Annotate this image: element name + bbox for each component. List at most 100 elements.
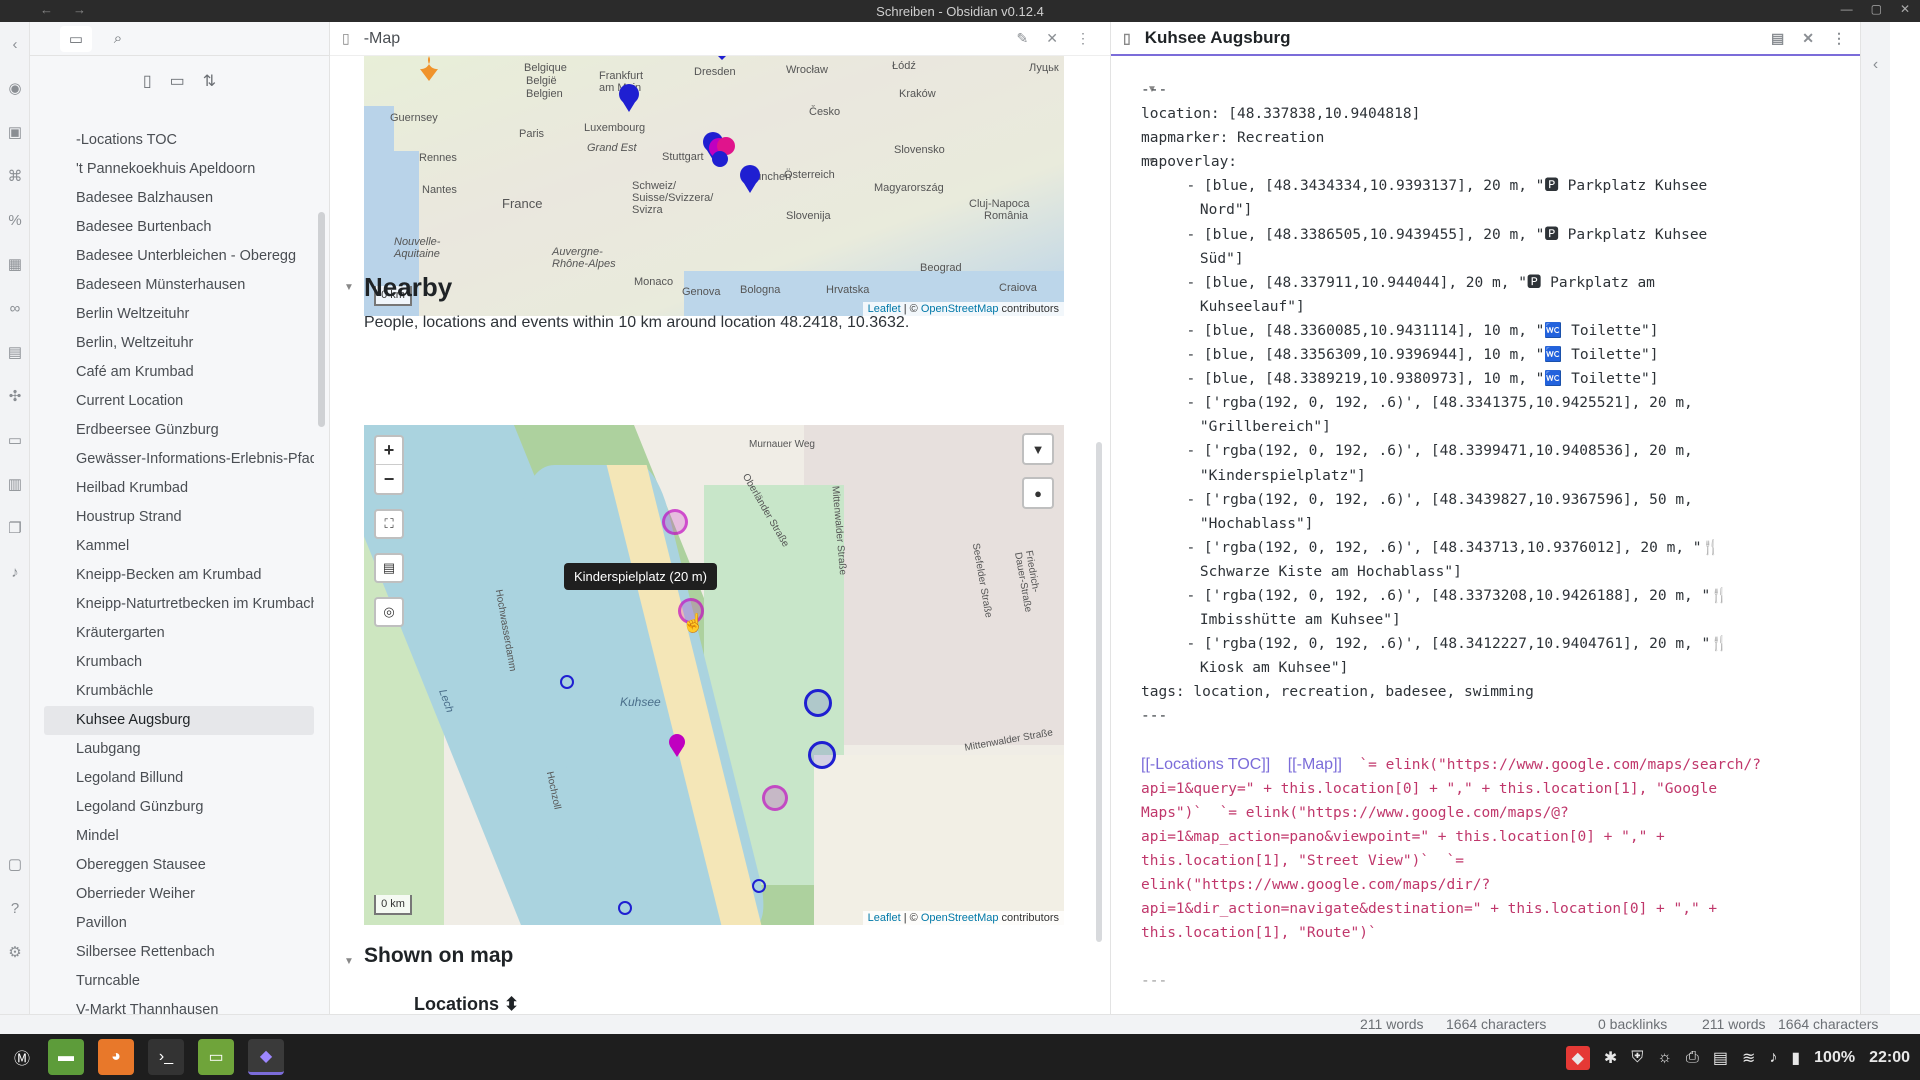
graph-icon[interactable]: ◉ — [0, 66, 30, 110]
maximize-icon[interactable]: ▢ — [1871, 2, 1882, 16]
file-item[interactable]: Gewässer-Informations-Erlebnis-Pfad — [44, 445, 314, 474]
editor-line[interactable]: - ['rgba(192, 0, 192, .6)', [48.343713,1… — [1141, 536, 1871, 560]
file-item[interactable]: Heilbad Krumbad — [44, 474, 314, 503]
file-item[interactable]: Legoland Günzburg — [44, 793, 314, 822]
editor-line[interactable]: - ['rgba(192, 0, 192, .6)', [48.3373208,… — [1141, 584, 1871, 608]
shield-icon[interactable]: ⛨ — [1631, 1049, 1643, 1067]
map-pin-blue[interactable] — [712, 151, 728, 167]
clipboard-icon[interactable]: ▤ — [1713, 1048, 1728, 1068]
editor-line[interactable]: - [blue, [48.3360085,10.9431114], 10 m, … — [1141, 319, 1871, 343]
folder-stack-icon[interactable]: ▭ — [0, 418, 30, 462]
microphone-icon[interactable]: ♪ — [0, 550, 30, 594]
filter-icon[interactable]: ▼ — [1022, 433, 1054, 465]
zoom-in-button[interactable]: + — [376, 437, 402, 465]
editor-line[interactable]: - ['rgba(192, 0, 192, .6)', [48.3439827,… — [1141, 488, 1871, 512]
pane-scrollbar[interactable] — [1096, 442, 1102, 942]
editor-line[interactable]: - [blue, [48.3356309,10.9396944], 10 m, … — [1141, 343, 1871, 367]
volume-icon[interactable]: ♪ — [1769, 1049, 1777, 1067]
overlay-circle-purple[interactable] — [762, 785, 788, 811]
backlinks-count[interactable]: 0 backlinks — [1598, 1016, 1667, 1032]
overlay-circle-blue[interactable] — [618, 901, 632, 915]
daily-note-icon[interactable]: ▥ — [0, 462, 30, 506]
file-item[interactable]: Oberrieder Weiher — [44, 880, 314, 909]
marker-pin-icon[interactable]: ● — [1022, 477, 1054, 509]
file-item[interactable]: 't Pannekoekhuis Apeldoorn — [44, 155, 314, 184]
file-manager-icon[interactable]: ▭ — [198, 1039, 234, 1075]
new-folder-icon[interactable]: ▭ — [170, 71, 185, 91]
map-pin-blue[interactable] — [619, 84, 639, 112]
file-item[interactable]: Silbersee Rettenbach — [44, 938, 314, 967]
anydesk-icon[interactable]: ◆ — [1565, 1046, 1590, 1070]
file-item[interactable]: Badesee Unterbleichen - Oberegg — [44, 242, 314, 271]
inline-code[interactable]: elink("https://www.google.com/maps/dir/? — [1141, 873, 1871, 897]
zoom-out-button[interactable]: − — [376, 465, 402, 493]
explorer-scrollbar[interactable] — [318, 212, 325, 427]
editor-line[interactable]: tags: location, recreation, badesee, swi… — [1141, 680, 1871, 704]
search-icon[interactable]: ⌕ — [102, 26, 134, 52]
wikilink[interactable]: [[-Locations TOC]] — [1141, 756, 1270, 773]
file-item[interactable]: Obereggen Stausee — [44, 851, 314, 880]
terminal-icon[interactable]: ›_ — [148, 1039, 184, 1075]
editor-line[interactable]: Kiosk am Kuhsee"] — [1141, 656, 1871, 680]
editor-line[interactable]: Kuhseelauf"] — [1141, 295, 1871, 319]
locations-table-header[interactable]: Locations ⬍ — [414, 994, 519, 1015]
new-note-icon[interactable]: ▯ — [143, 71, 152, 91]
vault-icon[interactable]: ▢ — [0, 842, 30, 886]
editor-line[interactable]: - ['rgba(192, 0, 192, .6)', [48.3412227,… — [1141, 632, 1871, 656]
reading-view-icon[interactable]: ▤ — [1771, 30, 1784, 47]
file-item[interactable]: Erdbeersee Günzburg — [44, 416, 314, 445]
file-item[interactable]: Current Location — [44, 387, 314, 416]
overview-map[interactable]: Belgique België Belgien Frankfurt am Mai… — [364, 56, 1064, 316]
editor-line[interactable]: - [blue, [48.3386505,10.9439455], 20 m, … — [1141, 223, 1871, 247]
editor-line[interactable]: mapoverlay: — [1141, 150, 1871, 174]
leaflet-link[interactable]: Leaflet — [868, 912, 901, 924]
inline-code[interactable]: api=1&map_action=pano&viewpoint=" + this… — [1141, 825, 1871, 849]
file-item[interactable]: Café am Krumbad — [44, 358, 314, 387]
collapse-triangle-icon[interactable]: ▼ — [344, 282, 354, 293]
file-item[interactable]: Turncable — [44, 967, 314, 996]
network-icon[interactable]: ✣ — [0, 374, 30, 418]
file-item[interactable]: Badesee Burtenbach — [44, 213, 314, 242]
bluetooth-icon[interactable]: ✱ — [1604, 1048, 1617, 1068]
editor-line[interactable]: Imbisshütte am Kuhsee"] — [1141, 608, 1871, 632]
edit-pencil-icon[interactable]: ✎ — [1017, 30, 1029, 47]
locate-icon[interactable]: ◎ — [374, 597, 404, 627]
inline-code[interactable]: api=1&query=" + this.location[0] + "," +… — [1141, 777, 1871, 801]
file-item[interactable]: Berlin, Weltzeituhr — [44, 329, 314, 358]
overlay-circle-blue[interactable] — [752, 879, 766, 893]
editor-line[interactable]: - [blue, [48.3389219,10.9380973], 10 m, … — [1141, 367, 1871, 391]
printer-icon[interactable]: ⎙ — [1686, 1049, 1699, 1067]
minimize-icon[interactable]: — — [1841, 2, 1853, 16]
editor-line[interactable]: location: [48.337838,10.9404818] — [1141, 102, 1871, 126]
file-item[interactable]: Krumbächle — [44, 677, 314, 706]
copy-icon[interactable]: ❐ — [0, 506, 30, 550]
file-item[interactable]: Kammel — [44, 532, 314, 561]
folder-tab-icon[interactable]: ▭ — [60, 25, 92, 52]
wifi-icon[interactable]: ≋ — [1742, 1048, 1755, 1068]
battery-icon[interactable]: ▮ — [1791, 1048, 1800, 1068]
more-options-icon[interactable]: ⋮ — [1832, 30, 1846, 47]
map-pin-purple[interactable] — [667, 733, 687, 759]
editor-line[interactable]: Süd"] — [1141, 247, 1871, 271]
close-pane-icon[interactable]: ✕ — [1802, 30, 1814, 47]
map-pin-blue[interactable] — [714, 56, 730, 60]
back-arrow-icon[interactable]: ← — [40, 2, 53, 17]
inline-code[interactable]: this.location[1], "Route")` — [1141, 921, 1871, 945]
overlay-circle-blue[interactable] — [560, 675, 574, 689]
forward-arrow-icon[interactable]: → — [73, 2, 86, 17]
file-item[interactable]: Houstrup Strand — [44, 503, 314, 532]
nearby-map[interactable]: Kuhsee Lech Hochwasserdamm Hochzoll Murn… — [364, 425, 1064, 925]
settings-gear-icon[interactable]: ⚙ — [0, 930, 30, 974]
bulb-icon[interactable]: ☼ — [1657, 1049, 1672, 1067]
file-item[interactable]: Badesee Balzhausen — [44, 184, 314, 213]
wikilink[interactable]: [[-Map]] — [1288, 756, 1342, 773]
clock[interactable]: 22:00 — [1869, 1049, 1910, 1067]
link-icon[interactable]: ∞ — [0, 286, 30, 330]
sort-icon[interactable]: ⇅ — [203, 71, 216, 91]
editor-line[interactable]: - ['rgba(192, 0, 192, .6)', [48.3341375,… — [1141, 391, 1871, 415]
file-item[interactable]: -Locations TOC — [44, 126, 314, 155]
file-item[interactable]: Kneipp-Naturtretbecken im Krumbach — [44, 590, 314, 619]
close-icon[interactable]: ✕ — [1900, 2, 1910, 16]
editor-line[interactable]: Schwarze Kiste am Hochablass"] — [1141, 560, 1871, 584]
frontmatter-end[interactable]: --- — [1141, 969, 1871, 993]
